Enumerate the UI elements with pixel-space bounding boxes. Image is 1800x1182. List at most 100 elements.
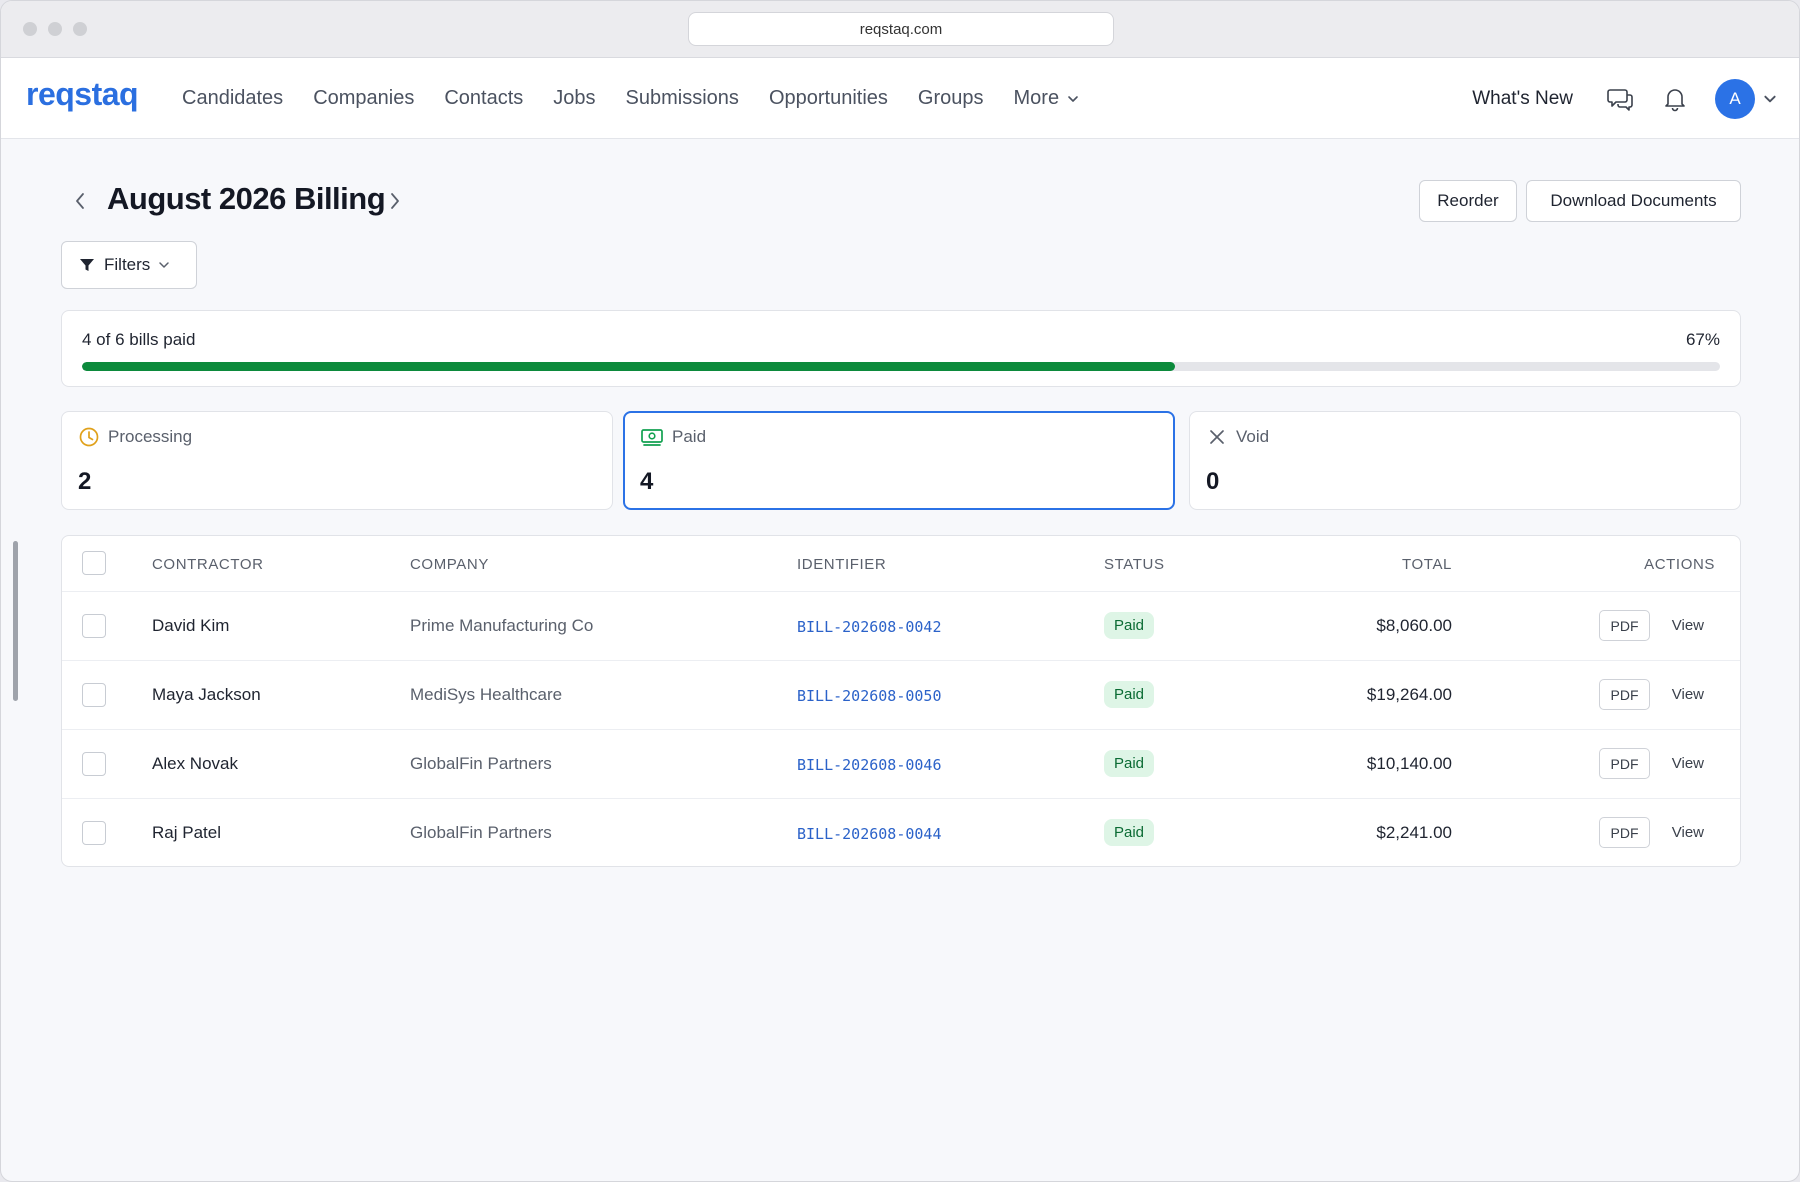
view-button[interactable]: View [1672,824,1704,841]
contractor-name: Raj Patel [152,823,221,842]
bills-table: CONTRACTOR COMPANY IDENTIFIER STATUS TOT… [61,535,1741,867]
row-checkbox[interactable] [82,752,106,776]
bill-total: $8,060.00 [1376,616,1452,635]
clock-icon [79,427,99,447]
chevron-left-icon [76,193,84,209]
money-icon [641,429,663,446]
table-row[interactable]: Maya Jackson MediSys Healthcare BILL-202… [62,661,1740,730]
bill-identifier-link[interactable]: BILL-202608-0050 [797,687,942,705]
company-name: GlobalFin Partners [410,823,552,842]
status-badge: Paid [1104,819,1155,846]
view-button[interactable]: View [1672,755,1704,772]
browser-chrome: reqstaq.com [1,1,1799,58]
address-bar[interactable]: reqstaq.com [688,12,1114,46]
company-name: MediSys Healthcare [410,685,563,704]
whats-new-link[interactable]: What's New [1472,88,1573,110]
billing-page: August 2026 Billing Reorder Download Doc… [61,171,1741,867]
contractor-name: Maya Jackson [152,685,261,704]
close-window-button[interactable] [23,22,37,36]
progress-fill [82,362,1175,371]
filters-label: Filters [104,255,151,274]
stat-card-processing[interactable]: Processing 2 [61,411,613,510]
company-name: GlobalFin Partners [410,754,552,773]
stat-value: 4 [640,468,654,495]
chevron-down-icon[interactable] [1763,92,1777,106]
stat-header: Paid [640,426,706,448]
row-checkbox[interactable] [82,683,106,707]
nav-item-more[interactable]: More [1014,87,1080,110]
nav-item-companies[interactable]: Companies [313,87,414,110]
column-actions: ACTIONS [1644,556,1715,573]
chat-icon[interactable] [1605,84,1635,114]
column-contractor[interactable]: CONTRACTOR [152,556,264,573]
progress-label: 4 of 6 bills paid [82,330,196,349]
table-header: CONTRACTOR COMPANY IDENTIFIER STATUS TOT… [62,536,1740,592]
stat-value: 0 [1206,468,1220,495]
previous-month-button[interactable] [70,189,90,213]
download-documents-button[interactable]: Download Documents [1526,180,1741,222]
column-status[interactable]: STATUS [1104,556,1165,573]
view-button[interactable]: View [1672,686,1704,703]
nav-item-jobs[interactable]: Jobs [553,87,595,110]
column-company[interactable]: COMPANY [410,556,489,573]
nav-item-candidates[interactable]: Candidates [182,87,283,110]
maximize-window-button[interactable] [73,22,87,36]
payment-progress-card: 4 of 6 bills paid 67% [61,310,1741,387]
progress-track [82,362,1720,371]
row-checkbox[interactable] [82,821,106,845]
nav-item-submissions[interactable]: Submissions [626,87,739,110]
bill-identifier-link[interactable]: BILL-202608-0044 [797,825,942,843]
status-badge: Paid [1104,750,1155,777]
page-header: August 2026 Billing Reorder Download Doc… [61,171,1741,231]
pdf-button[interactable]: PDF [1599,679,1650,710]
reorder-button[interactable]: Reorder [1419,180,1517,222]
filters-button[interactable]: Filters [61,241,197,289]
window-controls [23,22,87,36]
nav-item-groups[interactable]: Groups [918,87,984,110]
top-navigation: reqstaq Candidates Companies Contacts Jo… [1,58,1799,139]
select-all-checkbox[interactable] [82,551,106,575]
bill-identifier-link[interactable]: BILL-202608-0046 [797,756,942,774]
pdf-button[interactable]: PDF [1599,610,1650,641]
stat-label: Void [1236,427,1270,446]
avatar[interactable]: A [1715,78,1755,119]
chevron-right-icon [391,193,399,209]
pdf-button[interactable]: PDF [1599,817,1650,848]
main-menu: Candidates Companies Contacts Jobs Submi… [182,58,1079,139]
table-row[interactable]: Alex Novak GlobalFin Partners BILL-20260… [62,730,1740,799]
nav-item-contacts[interactable]: Contacts [444,87,523,110]
column-identifier[interactable]: IDENTIFIER [797,556,886,573]
table-row[interactable]: David Kim Prime Manufacturing Co BILL-20… [62,592,1740,661]
stat-label: Processing [108,427,193,446]
browser-window: reqstaq.com reqstaq Candidates Companies… [0,0,1800,1182]
table-row[interactable]: Raj Patel GlobalFin Partners BILL-202608… [62,799,1740,866]
bill-total: $2,241.00 [1376,823,1452,842]
chevron-down-icon [1068,95,1078,102]
stat-card-paid[interactable]: Paid 4 [623,411,1175,510]
bill-identifier-link[interactable]: BILL-202608-0042 [797,618,942,636]
app-logo[interactable]: reqstaq [26,76,139,113]
funnel-icon [80,259,94,271]
status-badge: Paid [1104,612,1155,639]
stat-value: 2 [78,468,92,495]
bill-total: $10,140.00 [1366,754,1452,773]
nav-more-label: More [1013,87,1060,109]
stat-label: Paid [672,427,707,446]
close-icon [1210,430,1224,444]
row-checkbox[interactable] [82,614,106,638]
next-month-button[interactable] [385,189,405,213]
chevron-down-icon [159,262,170,268]
bill-total: $19,264.00 [1366,685,1452,704]
bell-icon[interactable] [1660,84,1690,114]
stat-header: Processing [78,426,192,448]
view-button[interactable]: View [1672,617,1704,634]
nav-item-opportunities[interactable]: Opportunities [769,87,888,110]
nav-actions: What's New A [1472,58,1777,139]
column-total[interactable]: TOTAL [1402,556,1452,573]
contractor-name: David Kim [152,616,230,635]
minimize-window-button[interactable] [48,22,62,36]
status-badge: Paid [1104,681,1155,708]
pdf-button[interactable]: PDF [1599,748,1650,779]
stat-card-void[interactable]: Void 0 [1189,411,1741,510]
scroll-indicator[interactable] [13,541,18,701]
